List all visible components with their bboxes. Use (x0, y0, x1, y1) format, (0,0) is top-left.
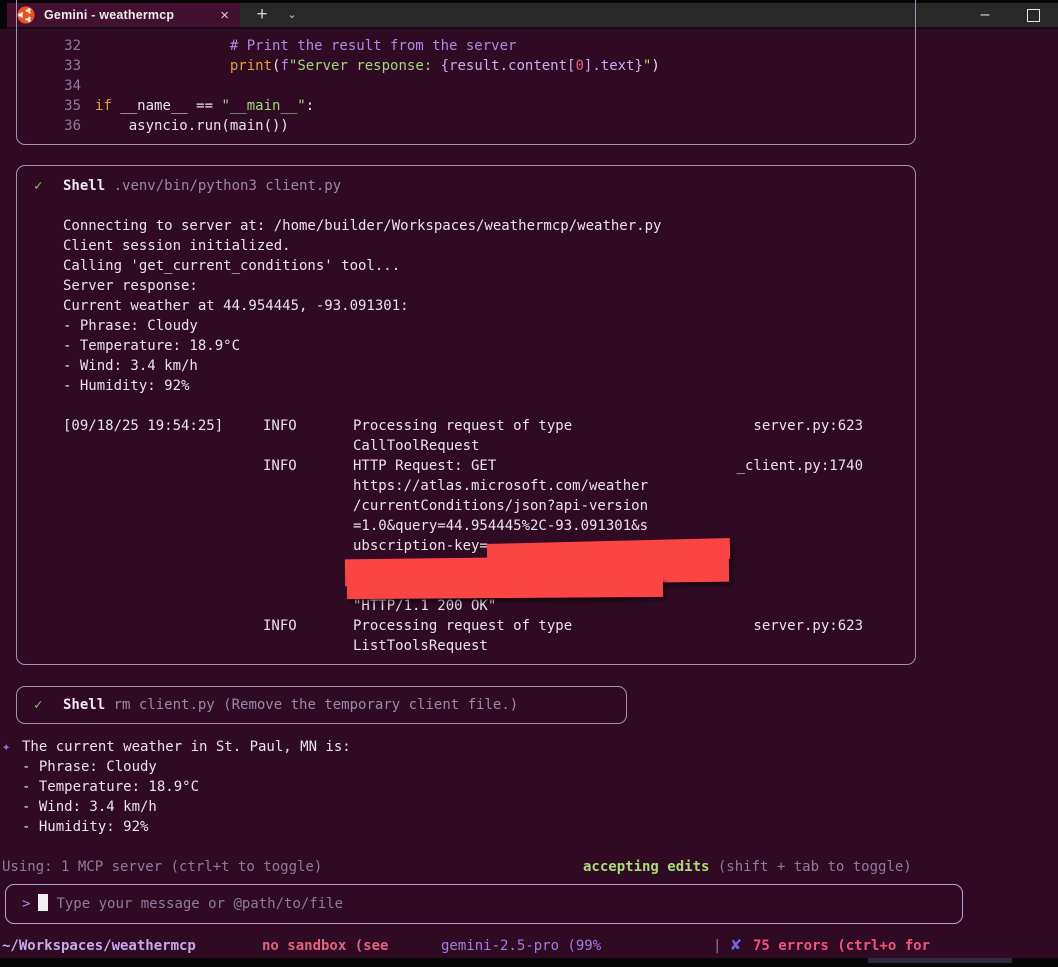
shell-command (105, 178, 113, 194)
shell-output-line: Calling 'get_current_conditions' tool... (63, 256, 915, 276)
redaction-scribble (347, 577, 663, 599)
line-number: 33 (33, 56, 95, 76)
code-line: 34 (33, 76, 905, 96)
shell-output-line: - Phrase: Cloudy (63, 316, 915, 336)
workspace-path: ~/Workspaces/weathermcp (2, 936, 196, 956)
code-line: 36 asyncio.run(main()) (33, 116, 905, 136)
error-count: 75 errors (ctrl+o for (753, 936, 930, 956)
shell-output-line: - Temperature: 18.9°C (63, 336, 915, 356)
cutoff-text-fragment (868, 958, 1012, 963)
minimize-button[interactable]: – (970, 3, 1000, 27)
log-source-ref: _client.py:1740 (734, 456, 863, 476)
shell-output-line: Connecting to server at: /home/builder/W… (63, 216, 915, 236)
prompt-icon: > (22, 896, 30, 912)
edit-mode-status: accepting edits (shift + tab to toggle) (583, 857, 912, 877)
response-line: The current weather in St. Paul, MN is: (22, 737, 351, 757)
code-line: 35 if __name__ == "__main__": (33, 96, 905, 116)
sandbox-status: no sandbox (see (262, 936, 388, 956)
log-row: INFO Processing request of typeListTools… (63, 616, 863, 656)
code-line: 32 # Print the result from the server (33, 36, 905, 56)
check-icon: ✓ (34, 176, 63, 196)
code-line: 33 print(f"Server response: {result.cont… (33, 56, 905, 76)
bottom-edge-strip (0, 958, 1058, 967)
shell-output-line: Current weather at 44.954445, -93.091301… (63, 296, 915, 316)
response-line: - Humidity: 92% (22, 817, 351, 837)
accepting-edits-badge: accepting edits (583, 859, 709, 875)
shell-tool-box-rm: ✓ Shell rm client.py (Remove the tempora… (16, 686, 627, 724)
footer-status-bar: ~/Workspaces/weathermcp no sandbox (see … (0, 936, 1058, 956)
code-snippet-box: 32 # Print the result from the server 33… (16, 0, 916, 145)
shell-header: ✓ Shell .venv/bin/python3 client.py (34, 176, 915, 196)
line-number: 34 (33, 76, 95, 96)
session-status-row: Using: 1 MCP server (ctrl+t to toggle) a… (2, 857, 1056, 877)
maximize-button[interactable] (1018, 3, 1048, 27)
input-placeholder: Type your message or @path/to/file (56, 896, 343, 912)
text-cursor (38, 894, 48, 911)
shell-output-line: - Humidity: 92% (63, 376, 915, 396)
message-input[interactable]: > Type your message or @path/to/file (5, 884, 963, 924)
gemini-sparkle-icon: ✦ (2, 737, 22, 757)
shell-label: Shell (63, 178, 105, 194)
line-number: 36 (33, 116, 95, 136)
maximize-icon (1027, 9, 1040, 22)
line-number: 32 (33, 36, 95, 56)
mcp-server-status: Using: 1 MCP server (ctrl+t to toggle) (2, 857, 322, 877)
check-icon: ✓ (34, 695, 63, 715)
assistant-response: ✦ The current weather in St. Paul, MN is… (2, 737, 351, 837)
error-x-icon: ✘ (731, 935, 741, 955)
terminal-window: Gemini - weathermcp × + ⌄ – 32 # Print t… (0, 0, 1058, 967)
window-edge (0, 0, 7, 29)
log-source-ref: server.py:623 (734, 616, 863, 636)
response-line: - Phrase: Cloudy (22, 757, 351, 777)
log-row: [09/18/25 19:54:25] INFO Processing requ… (63, 416, 863, 456)
shell-command: rm client.py (Remove the temporary clien… (114, 697, 519, 713)
separator: | (713, 936, 721, 956)
line-number: 35 (33, 96, 95, 116)
response-line: - Temperature: 18.9°C (22, 777, 351, 797)
model-status: gemini-2.5-pro (99% (441, 936, 601, 956)
shell-output-line: - Wind: 3.4 km/h (63, 356, 915, 376)
shell-output-line: Server response: (63, 276, 915, 296)
response-line: - Wind: 3.4 km/h (22, 797, 351, 817)
shell-output-line: Client session initialized. (63, 236, 915, 256)
log-source-ref: server.py:623 (734, 416, 863, 436)
shell-label: Shell (63, 697, 105, 713)
server-log: [09/18/25 19:54:25] INFO Processing requ… (63, 416, 863, 656)
